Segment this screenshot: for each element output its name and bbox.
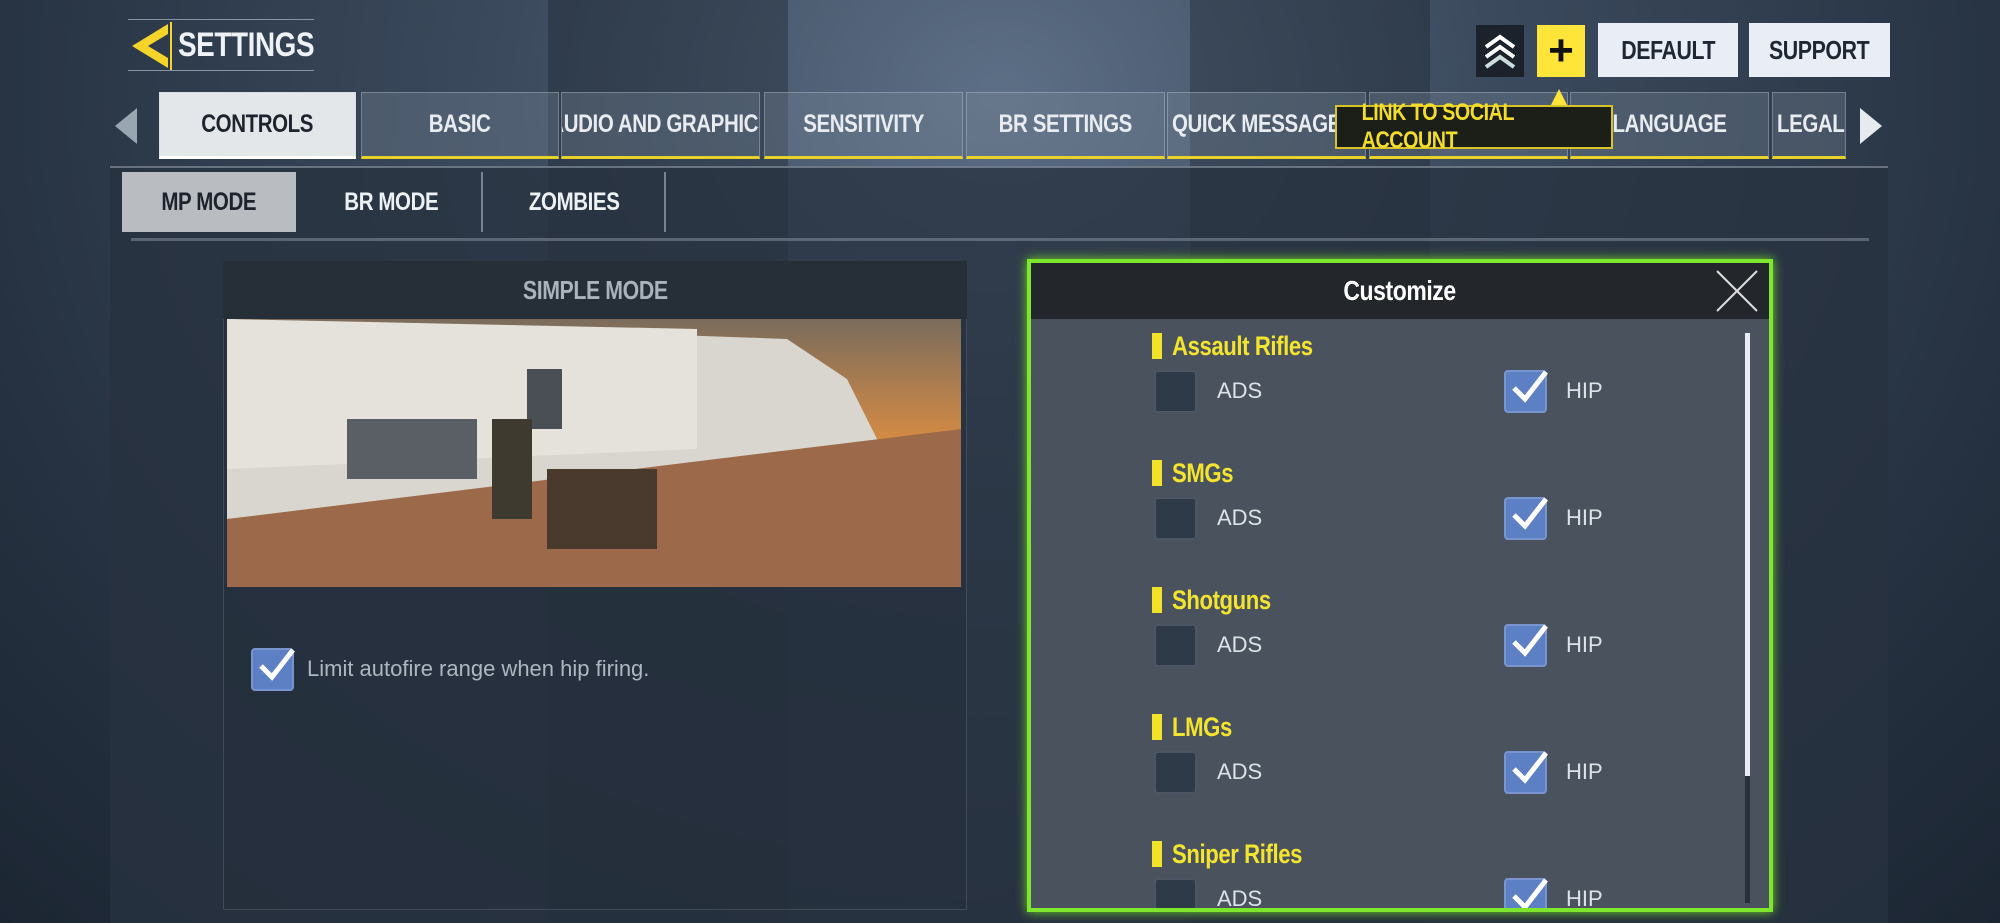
panel-title: SIMPLE MODE <box>522 274 668 305</box>
subtab-label: BR MODE <box>344 187 438 216</box>
tooltip-text: LINK TO SOCIAL ACCOUNT <box>1361 99 1514 154</box>
category-heading: Sniper Rifles <box>1152 839 1331 869</box>
back-arrow-icon <box>132 22 172 70</box>
category-marker <box>1152 714 1162 740</box>
ads-label: ADS <box>1217 886 1263 911</box>
category-marker <box>1152 587 1162 613</box>
tab-controls[interactable]: CONTROLS <box>159 92 356 159</box>
rank-chevrons-icon[interactable] <box>1476 25 1524 77</box>
ads-label: ADS <box>1217 378 1263 403</box>
ads-label: ADS <box>1217 505 1263 530</box>
tab-label: BR SETTINGS <box>998 110 1133 138</box>
divider <box>131 238 1869 241</box>
tab-label: CONTROLS <box>201 110 314 138</box>
category-marker <box>1152 333 1162 359</box>
category-label: Assault Rifles <box>1172 330 1313 361</box>
close-icon[interactable] <box>1715 269 1759 313</box>
hip-checkbox[interactable] <box>1504 878 1548 908</box>
hip-label: HIP <box>1566 632 1603 657</box>
tab-label: BASIC <box>429 110 491 138</box>
category-label: Sniper Rifles <box>1172 838 1303 869</box>
category-heading: Assault Rifles <box>1152 331 1344 361</box>
hip-label: HIP <box>1566 886 1603 911</box>
ads-checkbox[interactable] <box>1154 624 1197 667</box>
hip-checkbox[interactable] <box>1504 751 1548 794</box>
category-heading: Shotguns <box>1152 585 1292 615</box>
tab-br-settings[interactable]: BR SETTINGS <box>966 92 1165 159</box>
subtab-mp-mode[interactable]: MP MODE <box>122 172 296 232</box>
tabs-right-arrow-icon[interactable] <box>1860 108 1882 144</box>
settings-back-button[interactable]: SETTINGS <box>128 19 315 71</box>
limit-autofire-checkbox[interactable] <box>251 648 295 691</box>
limit-autofire-label: Limit autofire range when hip firing. <box>307 656 650 681</box>
hip-label: HIP <box>1566 378 1603 403</box>
category-label: SMGs <box>1172 457 1234 488</box>
tab-legal[interactable]: LEGAL A <box>1772 92 1846 159</box>
category-label: Shotguns <box>1172 584 1271 615</box>
tab-label: SENSITIVITY <box>803 110 924 138</box>
subtab-label: ZOMBIES <box>529 187 620 216</box>
ads-label: ADS <box>1217 632 1263 657</box>
default-label: DEFAULT <box>1621 34 1715 65</box>
tab-label: LANGUAGE <box>1612 110 1727 138</box>
link-social-tooltip[interactable]: LINK TO SOCIAL ACCOUNT <box>1335 99 1613 154</box>
category-marker <box>1152 841 1162 867</box>
hip-label: HIP <box>1566 505 1603 530</box>
tab-sensitivity[interactable]: SENSITIVITY <box>764 92 963 159</box>
category-label: LMGs <box>1172 711 1232 742</box>
default-button[interactable]: DEFAULT <box>1598 23 1738 77</box>
ads-label: ADS <box>1217 759 1263 784</box>
mode-preview-image <box>227 319 961 587</box>
tab-audio-graphics[interactable]: AUDIO AND GRAPHICS <box>561 92 760 159</box>
hip-checkbox[interactable] <box>1504 624 1548 667</box>
category-marker <box>1152 460 1162 486</box>
customize-dialog: Customize Assault Rifles ADS HIP SMGs ADS… <box>1027 259 1773 912</box>
hip-label: HIP <box>1566 759 1603 784</box>
ads-checkbox[interactable] <box>1154 497 1197 540</box>
subtab-br-mode[interactable]: BR MODE <box>301 172 483 232</box>
tabs-left-arrow-icon[interactable] <box>115 108 137 144</box>
support-button[interactable]: SUPPORT <box>1749 23 1890 77</box>
customize-header: Customize <box>1031 263 1769 319</box>
page-title: SETTINGS <box>178 26 315 64</box>
scrollbar-thumb[interactable] <box>1745 333 1750 776</box>
ads-checkbox[interactable] <box>1154 878 1197 908</box>
tab-label: QUICK MESSAGE <box>1172 110 1341 138</box>
ads-checkbox[interactable] <box>1154 751 1197 794</box>
tab-label: LEGAL A <box>1777 110 1845 138</box>
tab-label: AUDIO AND GRAPHICS <box>562 110 759 138</box>
dialog-title: Customize <box>1343 275 1457 306</box>
ads-checkbox[interactable] <box>1154 370 1197 413</box>
subtab-label: MP MODE <box>161 187 257 216</box>
subtab-zombies[interactable]: ZOMBIES <box>485 172 666 232</box>
support-label: SUPPORT <box>1769 34 1870 65</box>
hip-checkbox[interactable] <box>1504 370 1548 413</box>
category-heading: SMGs <box>1152 458 1247 488</box>
category-heading: LMGs <box>1152 712 1245 742</box>
simple-mode-title: SIMPLE MODE <box>223 261 967 319</box>
plus-button[interactable]: + <box>1537 25 1585 77</box>
hip-checkbox[interactable] <box>1504 497 1548 540</box>
tab-basic[interactable]: BASIC <box>361 92 559 159</box>
